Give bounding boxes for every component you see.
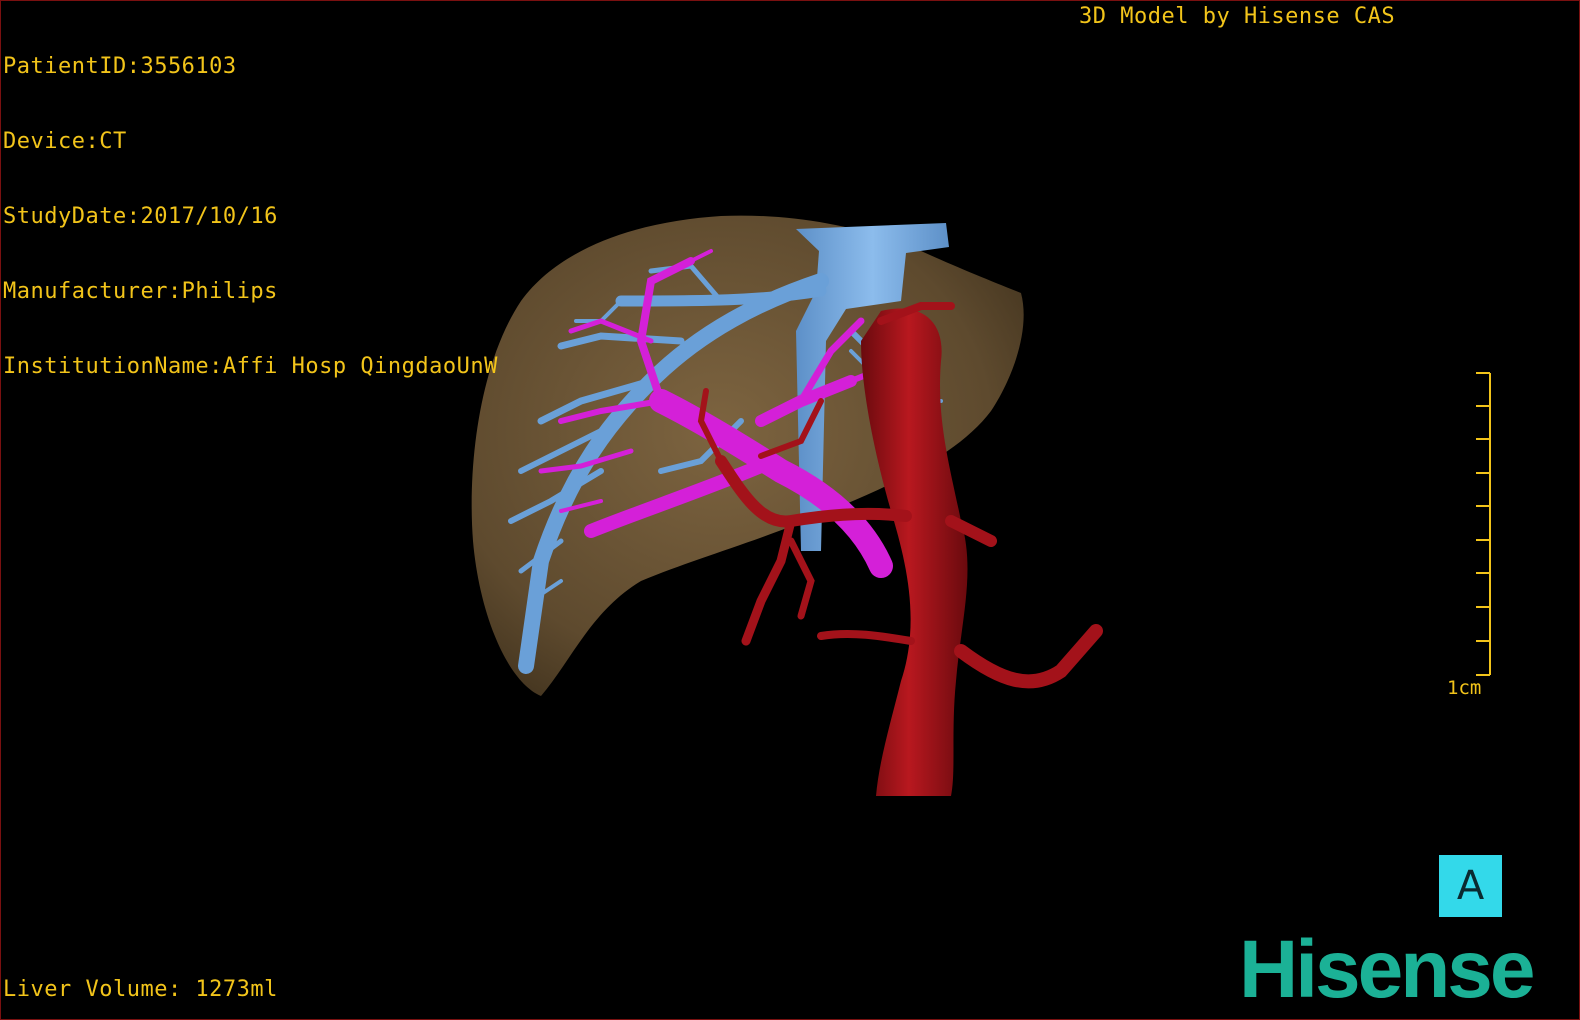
3d-viewport[interactable]: PatientID:3556103 Device:CT StudyDate:20…: [0, 0, 1580, 1020]
scale-bar: [1476, 372, 1491, 676]
institution-name: InstitutionName:Affi Hosp QingdaoUnW: [3, 354, 498, 379]
study-date: StudyDate:2017/10/16: [3, 204, 278, 229]
manufacturer: Manufacturer:Philips: [3, 279, 278, 304]
liver-volume: Liver Volume: 1273ml: [3, 977, 278, 1002]
scale-bar-label: 1cm: [1447, 677, 1482, 699]
patient-id: PatientID:3556103: [3, 54, 237, 79]
model-credit: 3D Model by Hisense CAS: [1079, 4, 1396, 29]
dicom-info: PatientID:3556103 Device:CT StudyDate:20…: [3, 4, 498, 429]
hisense-logo: Hisense: [1239, 924, 1536, 1015]
orientation-cube-anterior[interactable]: A: [1439, 855, 1502, 917]
device: Device:CT: [3, 129, 127, 154]
